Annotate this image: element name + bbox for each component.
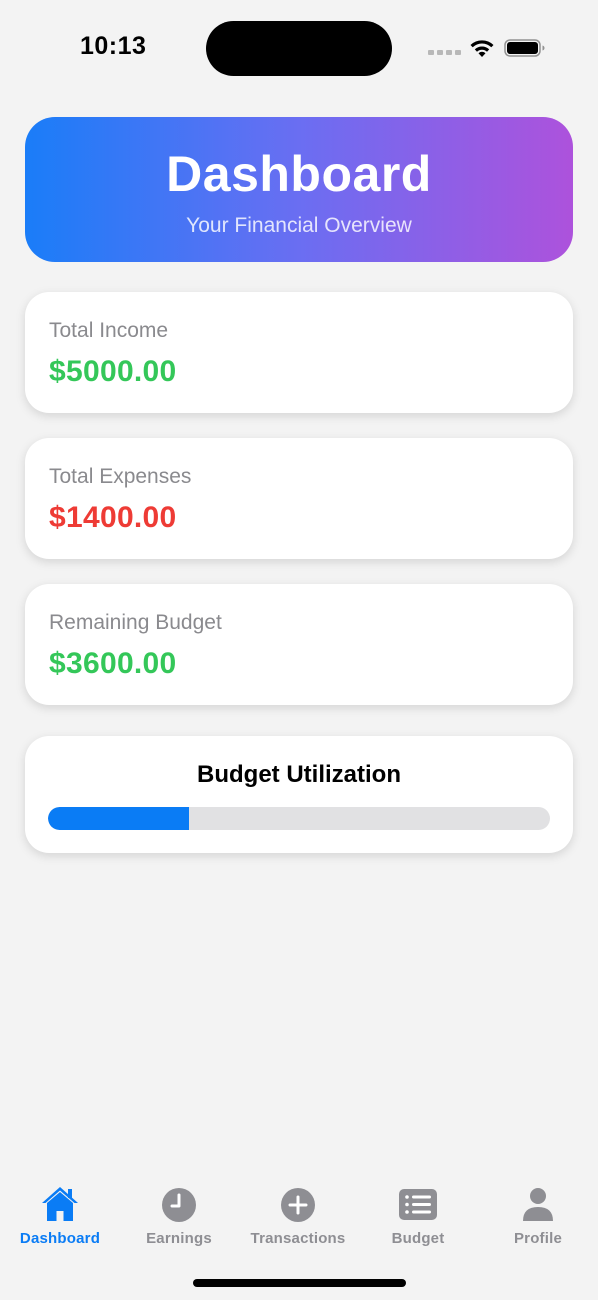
budget-progress-fill (48, 807, 189, 830)
wifi-icon (470, 40, 494, 57)
tab-label: Budget (391, 1230, 445, 1247)
budget-utilization-card: Budget Utilization (25, 736, 573, 853)
battery-icon (504, 39, 545, 57)
total-income-value: $5000.00 (49, 355, 177, 388)
tab-label: Earnings (146, 1230, 212, 1247)
tab-label: Profile (513, 1230, 563, 1247)
page-title: Dashboard (166, 146, 432, 202)
tab-budget[interactable]: Budget (358, 1184, 478, 1254)
dynamic-island (206, 21, 392, 76)
total-income-card: Total Income $5000.00 (25, 292, 573, 413)
stat-label: Total Income (49, 319, 169, 342)
tab-label: Dashboard (19, 1230, 101, 1247)
stat-label: Total Expenses (49, 465, 192, 488)
list-icon (399, 1189, 437, 1220)
house-icon (42, 1187, 78, 1221)
clock-icon (162, 1188, 196, 1222)
tab-transactions[interactable]: Transactions (238, 1184, 358, 1254)
header-banner: Dashboard Your Financial Overview (25, 117, 573, 262)
stat-label: Remaining Budget (49, 611, 222, 634)
status-bar: 10:13 (0, 0, 598, 90)
status-time: 10:13 (80, 32, 147, 60)
person-icon (523, 1188, 553, 1221)
home-indicator[interactable] (193, 1279, 406, 1287)
total-expenses-card: Total Expenses $1400.00 (25, 438, 573, 559)
remaining-budget-value: $3600.00 (49, 647, 177, 680)
remaining-budget-card: Remaining Budget $3600.00 (25, 584, 573, 705)
tab-earnings[interactable]: Earnings (119, 1184, 239, 1254)
budget-progress-bar (48, 807, 550, 830)
total-expenses-value: $1400.00 (49, 501, 177, 534)
page-subtitle: Your Financial Overview (186, 214, 412, 237)
budget-utilization-title: Budget Utilization (197, 761, 401, 788)
tab-label: Transactions (250, 1230, 346, 1247)
tab-dashboard[interactable]: Dashboard (0, 1184, 120, 1254)
cellular-signal-icon (428, 50, 461, 55)
tab-profile[interactable]: Profile (478, 1184, 598, 1254)
plus-circle-icon (281, 1188, 315, 1222)
